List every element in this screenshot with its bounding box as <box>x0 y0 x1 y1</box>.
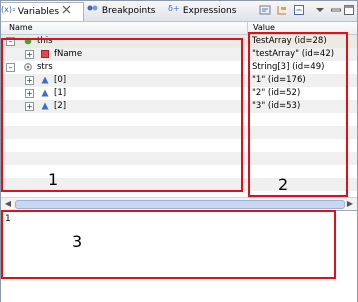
tab-label: Expressions <box>182 6 237 16</box>
annotation-box-3 <box>1 210 336 279</box>
show-type-names-icon[interactable] <box>259 4 271 16</box>
tab-bar: (x)= Variables Breakpoints δ+ Expression… <box>1 1 357 22</box>
tab-label: Breakpoints <box>101 6 156 16</box>
svg-text:(x)=: (x)= <box>1 5 15 14</box>
annotation-box-2 <box>248 32 348 197</box>
minimize-icon[interactable] <box>330 4 342 16</box>
tab-expressions[interactable]: δ+ Expressions <box>168 2 236 20</box>
column-header-value[interactable]: Value <box>253 23 275 32</box>
view-menu-icon[interactable] <box>314 4 326 16</box>
show-logical-structure-icon[interactable] <box>276 4 288 16</box>
scroll-left-icon[interactable]: ◀ <box>2 198 14 210</box>
tab-label: Variables <box>17 7 60 17</box>
breakpoints-icon <box>87 2 99 20</box>
maximize-icon[interactable] <box>343 4 355 16</box>
tab-breakpoints[interactable]: Breakpoints <box>87 2 155 20</box>
annotation-label-1: 1 <box>48 170 59 189</box>
tab-variables[interactable]: (x)= Variables <box>1 2 84 21</box>
scroll-right-icon[interactable]: ▶ <box>344 198 356 210</box>
scrollbar-thumb[interactable] <box>15 200 345 209</box>
column-header-name[interactable]: Name <box>9 23 33 32</box>
annotation-label-2: 2 <box>278 175 289 194</box>
svg-text:δ+: δ+ <box>168 4 180 13</box>
close-icon[interactable] <box>62 3 71 21</box>
collapse-all-icon[interactable] <box>293 4 305 16</box>
annotation-box-1 <box>1 38 243 192</box>
annotation-label-3: 3 <box>72 232 83 251</box>
variables-icon: (x)= <box>1 3 19 21</box>
expressions-icon: δ+ <box>168 2 180 20</box>
horizontal-scrollbar[interactable]: ◀ ▶ <box>1 197 357 210</box>
